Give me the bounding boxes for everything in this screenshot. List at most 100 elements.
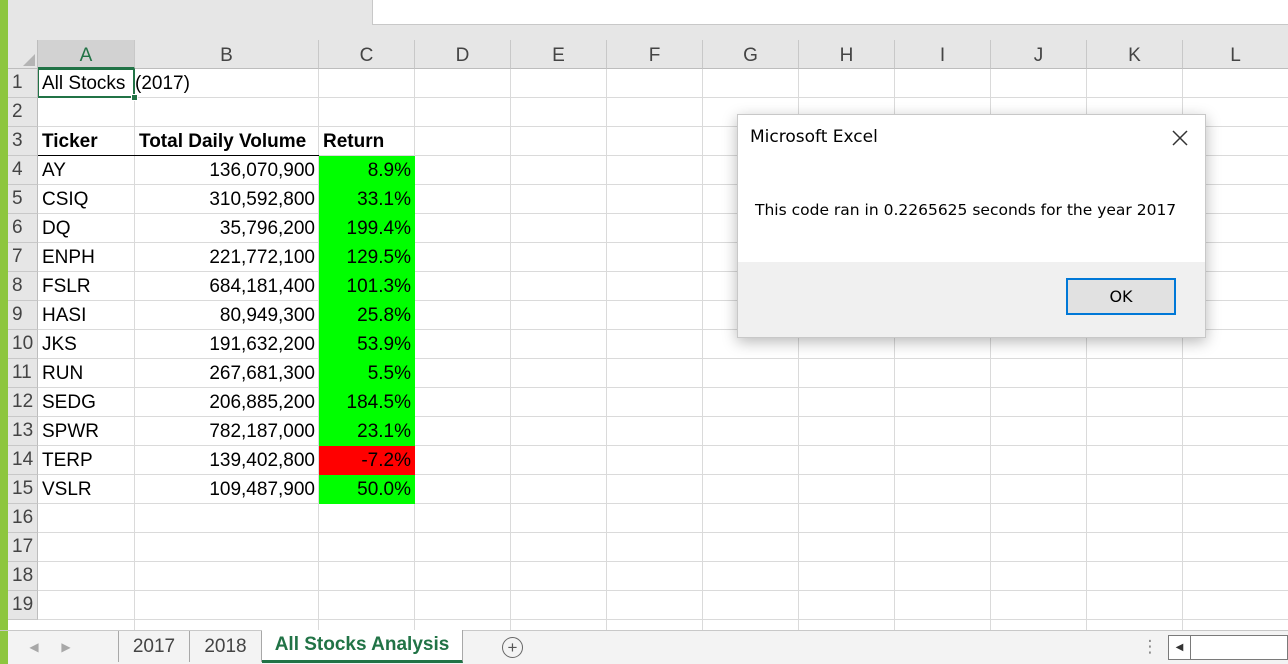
grid-hline: [38, 561, 1288, 562]
row-header-5[interactable]: 5: [8, 185, 38, 214]
tab-2018[interactable]: 2018: [190, 631, 262, 662]
row-header-19[interactable]: 19: [8, 591, 38, 620]
formula-bar-input[interactable]: [372, 0, 1288, 25]
column-header-d[interactable]: D: [415, 40, 511, 69]
row-header-3[interactable]: 3: [8, 127, 38, 156]
row-header-14[interactable]: 14: [8, 446, 38, 475]
cell-return[interactable]: 23.1%: [319, 417, 415, 446]
cell-ticker[interactable]: SPWR: [38, 417, 135, 446]
column-header-f[interactable]: F: [607, 40, 703, 69]
cell-return[interactable]: -7.2%: [319, 446, 415, 475]
row-header-11[interactable]: 11: [8, 359, 38, 388]
grid-vline: [702, 69, 703, 631]
row-header-1[interactable]: 1: [8, 69, 38, 98]
row-header-7[interactable]: 7: [8, 243, 38, 272]
cell-volume[interactable]: 267,681,300: [135, 359, 319, 388]
row-header-16[interactable]: 16: [8, 504, 38, 533]
tab-2017[interactable]: 2017: [118, 631, 190, 662]
ok-button[interactable]: OK: [1066, 278, 1176, 315]
header-total-daily-volume[interactable]: Total Daily Volume: [135, 127, 319, 156]
grid-hline: [38, 532, 1288, 533]
excel-window: ABCDEFGHIJKL 1 2 3 4 5 6 7 8 9 10 11 12 13 14 15 16 17 18…: [0, 0, 1288, 664]
select-all-button[interactable]: [8, 40, 38, 69]
tab-all-stocks-analysis[interactable]: All Stocks Analysis: [262, 630, 463, 663]
active-cell-border: [38, 69, 135, 98]
column-header-j[interactable]: J: [991, 40, 1087, 69]
column-header-b[interactable]: B: [135, 40, 319, 69]
dialog-footer: OK: [738, 262, 1205, 337]
row-header-9[interactable]: 9: [8, 301, 38, 330]
cell-ticker[interactable]: ENPH: [38, 243, 135, 272]
cell-ticker[interactable]: HASI: [38, 301, 135, 330]
cell-return[interactable]: 8.9%: [319, 156, 415, 185]
cell-return[interactable]: 199.4%: [319, 214, 415, 243]
cell-volume[interactable]: 191,632,200: [135, 330, 319, 359]
row-header-15[interactable]: 15: [8, 475, 38, 504]
cell-ticker[interactable]: VSLR: [38, 475, 135, 504]
header-return[interactable]: Return: [319, 127, 415, 156]
cell-ticker[interactable]: JKS: [38, 330, 135, 359]
column-header-e[interactable]: E: [511, 40, 607, 69]
cell-ticker[interactable]: RUN: [38, 359, 135, 388]
dialog-title: Microsoft Excel: [750, 127, 878, 147]
row-header-12[interactable]: 12: [8, 388, 38, 417]
dialog-message: This code ran in 0.2265625 seconds for t…: [755, 201, 1177, 219]
column-header-g[interactable]: G: [703, 40, 799, 69]
grid-vline: [510, 69, 511, 631]
row-header-8[interactable]: 8: [8, 272, 38, 301]
tabs-accent-strip: [0, 631, 8, 664]
cell-return[interactable]: 5.5%: [319, 359, 415, 388]
cell-volume[interactable]: 80,949,300: [135, 301, 319, 330]
row-header-4[interactable]: 4: [8, 156, 38, 185]
cell-ticker[interactable]: SEDG: [38, 388, 135, 417]
row-header-17[interactable]: 17: [8, 533, 38, 562]
cell-volume[interactable]: 139,402,800: [135, 446, 319, 475]
cell-return[interactable]: 33.1%: [319, 185, 415, 214]
cell-return[interactable]: 25.8%: [319, 301, 415, 330]
column-header-i[interactable]: I: [895, 40, 991, 69]
cell-volume[interactable]: 310,592,800: [135, 185, 319, 214]
cell-return[interactable]: 53.9%: [319, 330, 415, 359]
cell-volume[interactable]: 35,796,200: [135, 214, 319, 243]
row-header-18[interactable]: 18: [8, 562, 38, 591]
cell-return[interactable]: 184.5%: [319, 388, 415, 417]
cell-volume[interactable]: 684,181,400: [135, 272, 319, 301]
cell-ticker[interactable]: TERP: [38, 446, 135, 475]
row-header-13[interactable]: 13: [8, 417, 38, 446]
cell-ticker[interactable]: CSIQ: [38, 185, 135, 214]
column-header-l[interactable]: L: [1183, 40, 1288, 69]
prev-sheet-icon[interactable]: ◀: [24, 637, 44, 657]
cell-ticker[interactable]: FSLR: [38, 272, 135, 301]
grid-hline: [38, 590, 1288, 591]
column-header-c[interactable]: C: [319, 40, 415, 69]
close-x-glyph: [1172, 130, 1188, 146]
cell-volume[interactable]: 136,070,900: [135, 156, 319, 185]
cell-volume[interactable]: 782,187,000: [135, 417, 319, 446]
row-header-2[interactable]: 2: [8, 98, 38, 127]
column-header-a[interactable]: A: [38, 40, 135, 69]
cell-b1[interactable]: (2017): [135, 69, 319, 98]
column-header-h[interactable]: H: [799, 40, 895, 69]
scroll-left-icon[interactable]: ◀: [1169, 636, 1191, 659]
tab-options-icon[interactable]: ⋮: [1142, 636, 1159, 658]
cell-volume[interactable]: 109,487,900: [135, 475, 319, 504]
column-header-k[interactable]: K: [1087, 40, 1183, 69]
horizontal-scrollbar[interactable]: ◀: [1168, 635, 1288, 660]
cell-return[interactable]: 50.0%: [319, 475, 415, 504]
cell-ticker[interactable]: AY: [38, 156, 135, 185]
cell-volume[interactable]: 221,772,100: [135, 243, 319, 272]
cell-ticker[interactable]: DQ: [38, 214, 135, 243]
fill-handle[interactable]: [131, 94, 138, 101]
row-header-10[interactable]: 10: [8, 330, 38, 359]
cell-return[interactable]: 129.5%: [319, 243, 415, 272]
add-sheet-icon[interactable]: +: [502, 637, 523, 658]
close-icon[interactable]: [1163, 123, 1197, 153]
next-sheet-icon[interactable]: ▶: [56, 637, 76, 657]
grid-hline: [38, 619, 1288, 620]
row-header-6[interactable]: 6: [8, 214, 38, 243]
grid-vline: [606, 69, 607, 631]
sheet-tabs-bar: ◀ ▶ 2017 2018 All Stocks Analysis + ⋮ ◀: [0, 630, 1288, 664]
header-ticker[interactable]: Ticker: [38, 127, 135, 156]
cell-volume[interactable]: 206,885,200: [135, 388, 319, 417]
cell-return[interactable]: 101.3%: [319, 272, 415, 301]
